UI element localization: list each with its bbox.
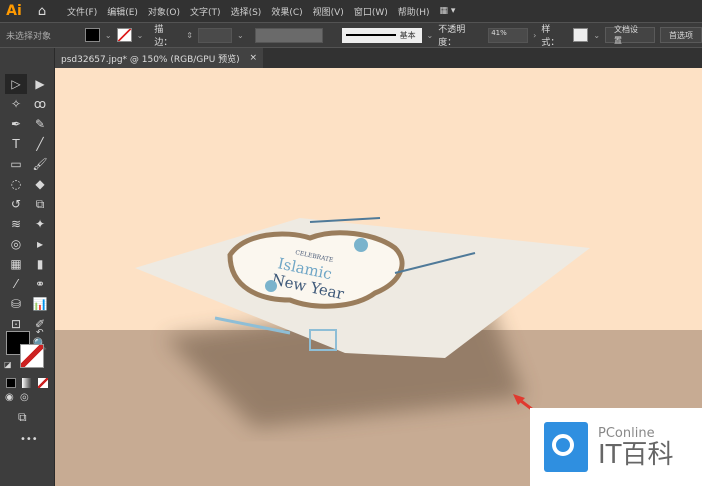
selection-status: 未选择对象 bbox=[6, 31, 52, 42]
menu-object[interactable]: 对象(O) bbox=[143, 5, 185, 18]
workspace-switcher-icon[interactable]: ▦ ▾ bbox=[435, 6, 461, 16]
variable-width-profile[interactable] bbox=[254, 27, 323, 43]
stepper-icon[interactable]: ⇕ bbox=[186, 31, 193, 40]
direct-selection-tool-icon[interactable]: ▶ bbox=[29, 74, 51, 94]
chevron-down-icon[interactable]: ⌄ bbox=[137, 31, 144, 40]
style-label: 样式： bbox=[541, 25, 560, 48]
draw-normal-icon[interactable]: ◉ bbox=[5, 392, 14, 403]
gradient-tool-icon[interactable]: ▮ bbox=[29, 254, 51, 274]
lasso-tool-icon[interactable]: ꝏ bbox=[29, 94, 51, 114]
stroke-weight-input[interactable] bbox=[198, 27, 232, 43]
brush-name: 基本 bbox=[399, 30, 416, 40]
puppet-warp-tool-icon[interactable]: ✦ bbox=[29, 214, 51, 234]
gradient-mode-icon[interactable] bbox=[22, 378, 32, 388]
menu-file[interactable]: 文件(F) bbox=[62, 5, 102, 18]
live-paint-tool-icon[interactable]: ▸ bbox=[29, 234, 51, 254]
flyer-ornament bbox=[354, 238, 368, 252]
pen-tool-icon[interactable]: ✒ bbox=[5, 114, 27, 134]
opacity-input[interactable]: 41% bbox=[488, 27, 529, 43]
draw-behind-icon[interactable]: ◎ bbox=[20, 392, 29, 403]
symbol-sprayer-tool-icon[interactable]: ⛁ bbox=[5, 294, 27, 314]
document-tabs: psd32657.jpg* @ 150% (RGB/GPU 预览) × bbox=[55, 48, 702, 68]
menu-effect[interactable]: 效果(C) bbox=[266, 5, 307, 18]
stroke-color-icon[interactable] bbox=[20, 344, 44, 368]
preferences-button[interactable]: 首选项 bbox=[660, 27, 702, 43]
none-mode-icon[interactable] bbox=[38, 378, 48, 388]
chevron-right-icon[interactable]: › bbox=[533, 31, 536, 40]
chevron-down-icon[interactable]: ⌄ bbox=[105, 31, 112, 40]
watermark: PConline IT百科 bbox=[530, 408, 702, 486]
type-tool-icon[interactable]: T bbox=[5, 134, 27, 154]
scale-tool-icon[interactable]: ⧉ bbox=[29, 194, 51, 214]
swap-colors-icon[interactable]: ↶ bbox=[36, 328, 44, 338]
brush-definition[interactable]: 基本 bbox=[341, 27, 422, 43]
fill-swatch[interactable] bbox=[84, 28, 100, 42]
graphic-style-swatch[interactable] bbox=[573, 28, 589, 42]
blend-tool-icon[interactable]: ⚭ bbox=[29, 274, 51, 294]
control-bar: 未选择对象 ⌄ ⌄ 描边： ⇕ ⌄ 基本 ⌄ 不透明度： 41% › 样式： ⌄ 文… bbox=[0, 23, 702, 48]
tab-title: psd32657.jpg* @ 150% (RGB/GPU 预览) bbox=[61, 54, 240, 65]
stroke-swatch[interactable] bbox=[116, 28, 132, 42]
color-mode-icon[interactable] bbox=[6, 378, 16, 388]
menu-view[interactable]: 视图(V) bbox=[308, 5, 349, 18]
watermark-title: IT百科 bbox=[598, 439, 674, 470]
flyer-line bbox=[309, 217, 381, 223]
curvature-tool-icon[interactable]: ✎ bbox=[29, 114, 51, 134]
flyer-ornament bbox=[265, 280, 277, 292]
watermark-brand: PConline bbox=[598, 425, 655, 441]
menu-window[interactable]: 窗口(W) bbox=[349, 5, 393, 18]
close-icon[interactable]: × bbox=[249, 53, 257, 63]
opacity-label: 不透明度： bbox=[438, 25, 466, 48]
toolbar: ▷▶ ✧ꝏ ✒✎ T╱ ▭🖌 ◌◆ ↺⧉ ≋✦ ◎▸ ▦▮ ⁄⚭ ⛁📊 ⊡✐ ✋… bbox=[0, 48, 55, 486]
screen-mode-icon[interactable]: ⧉ bbox=[18, 410, 27, 425]
document-setup-button[interactable]: 文档设置 bbox=[605, 25, 656, 45]
selection-tool-icon[interactable]: ▷ bbox=[5, 74, 27, 94]
more-tools-icon[interactable]: ••• bbox=[20, 434, 38, 445]
menu-help[interactable]: 帮助(H) bbox=[393, 5, 435, 18]
paintbrush-tool-icon[interactable]: 🖌 bbox=[29, 154, 51, 174]
shape-builder-tool-icon[interactable]: ◎ bbox=[5, 234, 27, 254]
eyedropper-tool-icon[interactable]: ⁄ bbox=[5, 274, 27, 294]
magic-wand-tool-icon[interactable]: ✧ bbox=[5, 94, 27, 114]
rotate-tool-icon[interactable]: ↺ bbox=[5, 194, 27, 214]
menu-bar: Ai ⌂ 文件(F) 编辑(E) 对象(O) 文字(T) 选择(S) 效果(C)… bbox=[0, 0, 702, 22]
stroke-line-preview bbox=[345, 34, 396, 36]
warp-tool-icon[interactable]: ≋ bbox=[5, 214, 27, 234]
line-tool-icon[interactable]: ╱ bbox=[29, 134, 51, 154]
chevron-down-icon[interactable]: ⌄ bbox=[237, 31, 244, 40]
menu-type[interactable]: 文字(T) bbox=[185, 5, 226, 18]
mesh-tool-icon[interactable]: ▦ bbox=[5, 254, 27, 274]
graph-tool-icon[interactable]: 📊 bbox=[29, 294, 51, 314]
stroke-label: 描边： bbox=[154, 25, 173, 48]
chevron-down-icon[interactable]: ⌄ bbox=[593, 31, 600, 40]
eraser-tool-icon[interactable]: ◆ bbox=[29, 174, 51, 194]
magnifier-logo-icon bbox=[544, 422, 588, 472]
chevron-down-icon[interactable]: ⌄ bbox=[427, 31, 434, 40]
default-colors-icon[interactable]: ◪ bbox=[4, 360, 12, 369]
menu-edit[interactable]: 编辑(E) bbox=[102, 5, 143, 18]
shaper-tool-icon[interactable]: ◌ bbox=[5, 174, 27, 194]
rectangle-tool-icon[interactable]: ▭ bbox=[5, 154, 27, 174]
document-tab[interactable]: psd32657.jpg* @ 150% (RGB/GPU 预览) × bbox=[55, 48, 263, 68]
menu-select[interactable]: 选择(S) bbox=[226, 5, 267, 18]
artboard-canvas[interactable]: CELEBRATE Islamic New Year PConline IT百科 bbox=[55, 68, 702, 486]
home-icon[interactable]: ⌂ bbox=[32, 4, 52, 19]
app-logo: Ai bbox=[6, 3, 22, 19]
